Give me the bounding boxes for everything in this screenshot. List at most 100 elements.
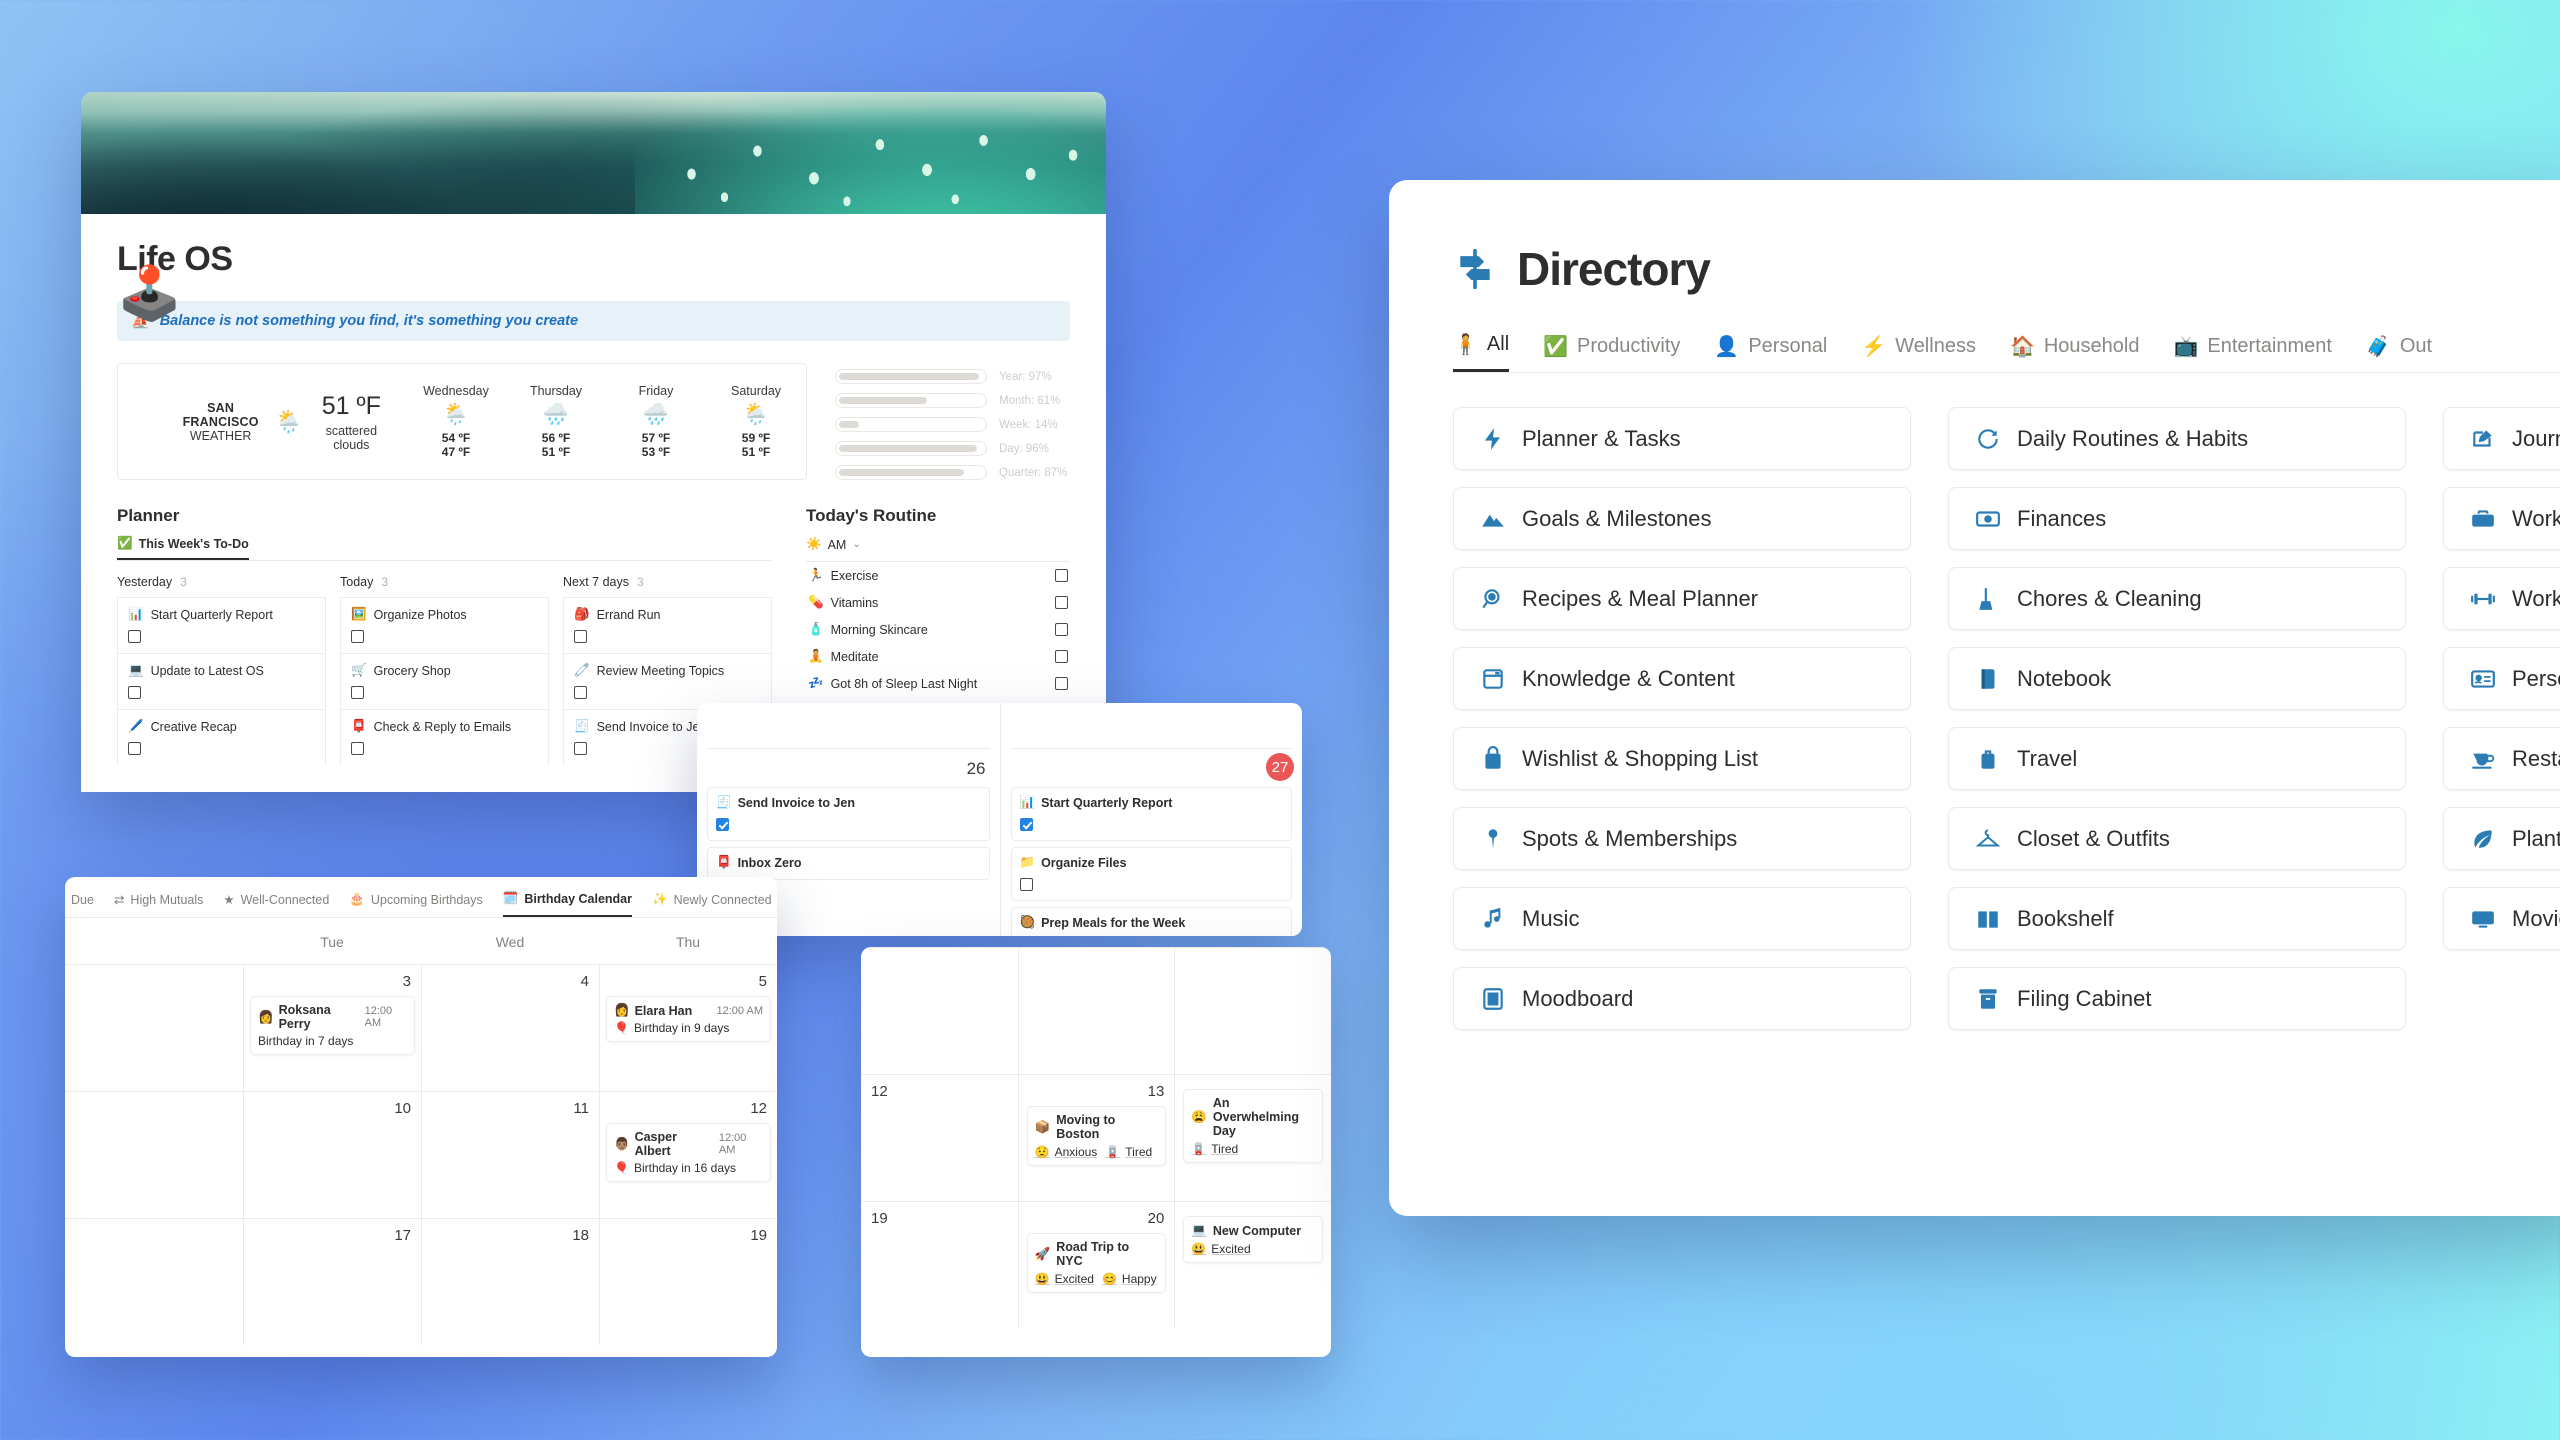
directory-card-restaurants[interactable]: Restaurants, Cafes & Bars bbox=[2443, 727, 2560, 790]
directory-card-goals-milestones[interactable]: Goals & Milestones bbox=[1453, 487, 1911, 550]
calendar-cell[interactable]: 12 👨🏽 Casper Albert 12:00 AM 🎈 Birthday in… bbox=[599, 1091, 777, 1218]
mood-entry[interactable]: 💻 New Computer 😃 Excited bbox=[1183, 1216, 1323, 1263]
routine-checkbox[interactable] bbox=[1055, 596, 1068, 609]
directory-card-wishlist-shopping[interactable]: Wishlist & Shopping List bbox=[1453, 727, 1911, 790]
tab-upcoming-birthdays[interactable]: 🎂 Upcoming Birthdays bbox=[349, 892, 482, 916]
routine-item[interactable]: 💊 Vitamins bbox=[806, 589, 1070, 616]
directory-card-movies-tv[interactable]: Movies & TV bbox=[2443, 887, 2560, 950]
task-checkbox[interactable] bbox=[574, 742, 587, 755]
routine-item[interactable]: 💤 Got 8h of Sleep Last Night bbox=[806, 670, 1070, 697]
calendar-cell[interactable] bbox=[65, 1218, 243, 1345]
calendar-cell[interactable]: 11 bbox=[421, 1091, 599, 1218]
directory-card-music[interactable]: Music bbox=[1453, 887, 1911, 950]
task-checkbox[interactable] bbox=[128, 686, 141, 699]
calendar-cell[interactable]: 19 bbox=[599, 1218, 777, 1345]
calendar-cell[interactable]: 5 👩 Elara Han 12:00 AM 🎈 Birthday in 9 day… bbox=[599, 964, 777, 1091]
directory-card-work-career[interactable]: Work & Career bbox=[2443, 487, 2560, 550]
task-card[interactable]: 📊 Start Quarterly Report bbox=[117, 597, 326, 653]
directory-card-personal-crm[interactable]: Personal CRM bbox=[2443, 647, 2560, 710]
tab-out[interactable]: 🧳 Out bbox=[2366, 334, 2432, 371]
directory-card-plant-care[interactable]: Plant Care bbox=[2443, 807, 2560, 870]
routine-item[interactable]: 🧘 Meditate bbox=[806, 643, 1070, 670]
calendar-event[interactable]: 📮 Inbox Zero bbox=[707, 847, 990, 880]
task-checkbox[interactable] bbox=[128, 742, 141, 755]
directory-card-closet-outfits[interactable]: Closet & Outfits bbox=[1948, 807, 2406, 870]
calendar-event[interactable]: 📊 Start Quarterly Report bbox=[1010, 787, 1292, 841]
calendar-cell[interactable] bbox=[65, 964, 243, 1091]
tab-household[interactable]: 🏠 Household bbox=[2010, 334, 2140, 371]
directory-card-notebook[interactable]: Notebook bbox=[1948, 647, 2406, 710]
tab-newly-connected[interactable]: ✨ Newly Connected bbox=[652, 892, 772, 916]
directory-card-travel[interactable]: Travel bbox=[1948, 727, 2406, 790]
calendar-cell[interactable]: 4 bbox=[421, 964, 599, 1091]
directory-card-planner-tasks[interactable]: Planner & Tasks bbox=[1453, 407, 1911, 470]
birthday-event[interactable]: 👩 Roksana Perry 12:00 AM Birthday in 7 da… bbox=[250, 996, 415, 1055]
mood-cell[interactable]: 13 📦 Moving to Boston 😟 Anxious 🪫 Tired bbox=[1017, 1074, 1175, 1201]
event-checkbox[interactable] bbox=[1019, 818, 1033, 831]
directory-card-spots-memberships[interactable]: Spots & Memberships bbox=[1453, 807, 1911, 870]
calendar-event[interactable]: 🧾 Send Invoice to Jen bbox=[707, 787, 990, 841]
calendar-event[interactable]: 🥘 Prep Meals for the Week bbox=[1010, 907, 1292, 936]
calendar-cell[interactable]: 18 bbox=[421, 1218, 599, 1345]
tab-all[interactable]: 🧍 All bbox=[1453, 332, 1510, 372]
task-card[interactable]: 🎒 Errand Run bbox=[563, 597, 772, 653]
mood-cell[interactable] bbox=[1174, 947, 1331, 1074]
mood-cell[interactable]: 💻 New Computer 😃 Excited bbox=[1174, 1201, 1331, 1328]
directory-card-daily-routines[interactable]: Daily Routines & Habits bbox=[1948, 407, 2406, 470]
tab-wellness[interactable]: ⚡ Wellness bbox=[1861, 334, 1976, 371]
mood-entry[interactable]: 📦 Moving to Boston 😟 Anxious 🪫 Tired bbox=[1026, 1106, 1167, 1166]
routine-item[interactable]: 🧴 Morning Skincare bbox=[806, 616, 1070, 643]
calendar-cell[interactable]: 17 bbox=[243, 1218, 421, 1345]
routine-checkbox[interactable] bbox=[1055, 677, 1068, 690]
directory-card-workouts[interactable]: Workouts bbox=[2443, 567, 2560, 630]
directory-card-finances[interactable]: Finances bbox=[1948, 487, 2406, 550]
mood-cell[interactable] bbox=[1017, 947, 1175, 1074]
mood-cell[interactable] bbox=[861, 947, 1018, 1074]
mood-entry[interactable]: 😩 An Overwhelming Day 🪫 Tired bbox=[1183, 1089, 1323, 1163]
directory-card-journal-mood[interactable]: Journal & Mood bbox=[2443, 407, 2560, 470]
directory-card-knowledge-content[interactable]: Knowledge & Content bbox=[1453, 647, 1911, 710]
routine-checkbox[interactable] bbox=[1055, 623, 1068, 636]
task-card[interactable]: 💻 Update to Latest OS bbox=[117, 653, 326, 709]
event-checkbox[interactable] bbox=[716, 818, 729, 831]
task-checkbox[interactable] bbox=[574, 630, 587, 643]
directory-card-bookshelf[interactable]: Bookshelf bbox=[1948, 887, 2406, 950]
birthday-event[interactable]: 👩 Elara Han 12:00 AM 🎈 Birthday in 9 days bbox=[606, 996, 771, 1042]
tab-well-connected[interactable]: ★ Well-Connected bbox=[223, 892, 329, 916]
task-card[interactable]: 🖊️ Creative Recap bbox=[117, 709, 326, 765]
tab-productivity[interactable]: ✅ Productivity bbox=[1543, 334, 1680, 371]
mood-cell[interactable]: 😩 An Overwhelming Day 🪫 Tired bbox=[1174, 1074, 1331, 1201]
birthday-event[interactable]: 👨🏽 Casper Albert 12:00 AM 🎈 Birthday in 16… bbox=[606, 1123, 771, 1182]
calendar-event[interactable]: 📁 Organize Files bbox=[1010, 847, 1292, 901]
task-card[interactable]: 📮 Check & Reply to Emails bbox=[340, 709, 549, 765]
tab-birthday-calendar[interactable]: 🗓️ Birthday Calendar bbox=[502, 891, 632, 917]
task-card[interactable]: 🖼️ Organize Photos bbox=[340, 597, 549, 653]
calendar-cell[interactable]: 10 bbox=[243, 1091, 421, 1218]
task-checkbox[interactable] bbox=[351, 686, 364, 699]
tab-high-mutuals[interactable]: ⇄ High Mutuals bbox=[114, 892, 203, 916]
directory-card-chores-cleaning[interactable]: Chores & Cleaning bbox=[1948, 567, 2406, 630]
mood-cell[interactable]: 12 bbox=[861, 1074, 1018, 1201]
task-card[interactable]: 🧷 Review Meeting Topics bbox=[563, 653, 772, 709]
routine-period-selector[interactable]: ☀️ AM ⌄ bbox=[806, 537, 1070, 552]
routine-item[interactable]: 🏃 Exercise bbox=[806, 562, 1070, 589]
tab-entertainment[interactable]: 📺 Entertainment bbox=[2173, 334, 2331, 371]
routine-checkbox[interactable] bbox=[1055, 650, 1068, 663]
event-checkbox[interactable] bbox=[1019, 878, 1033, 891]
directory-card-filing-cabinet[interactable]: Filing Cabinet bbox=[1948, 967, 2406, 1030]
task-checkbox[interactable] bbox=[351, 630, 364, 643]
tab-due[interactable]: Due bbox=[71, 893, 94, 916]
mood-cell[interactable]: 19 bbox=[861, 1201, 1018, 1328]
mood-entry[interactable]: 🚀 Road Trip to NYC 😃 Excited 😊 Happy bbox=[1026, 1233, 1167, 1293]
calendar-cell[interactable] bbox=[65, 1091, 243, 1218]
mood-cell[interactable]: 20 🚀 Road Trip to NYC 😃 Excited 😊 Happy bbox=[1017, 1201, 1175, 1328]
tab-personal[interactable]: 👤 Personal bbox=[1714, 334, 1827, 371]
task-checkbox[interactable] bbox=[574, 686, 587, 699]
directory-card-moodboard[interactable]: Moodboard bbox=[1453, 967, 1911, 1030]
calendar-cell[interactable]: 3 👩 Roksana Perry 12:00 AM Birthday in 7 … bbox=[243, 964, 421, 1091]
task-checkbox[interactable] bbox=[351, 742, 364, 755]
directory-card-recipes-meal-planner[interactable]: Recipes & Meal Planner bbox=[1453, 567, 1911, 630]
tab-this-weeks-todo[interactable]: ✅ This Week's To-Do bbox=[117, 536, 249, 560]
routine-checkbox[interactable] bbox=[1055, 569, 1068, 582]
task-card[interactable]: 🛒 Grocery Shop bbox=[340, 653, 549, 709]
